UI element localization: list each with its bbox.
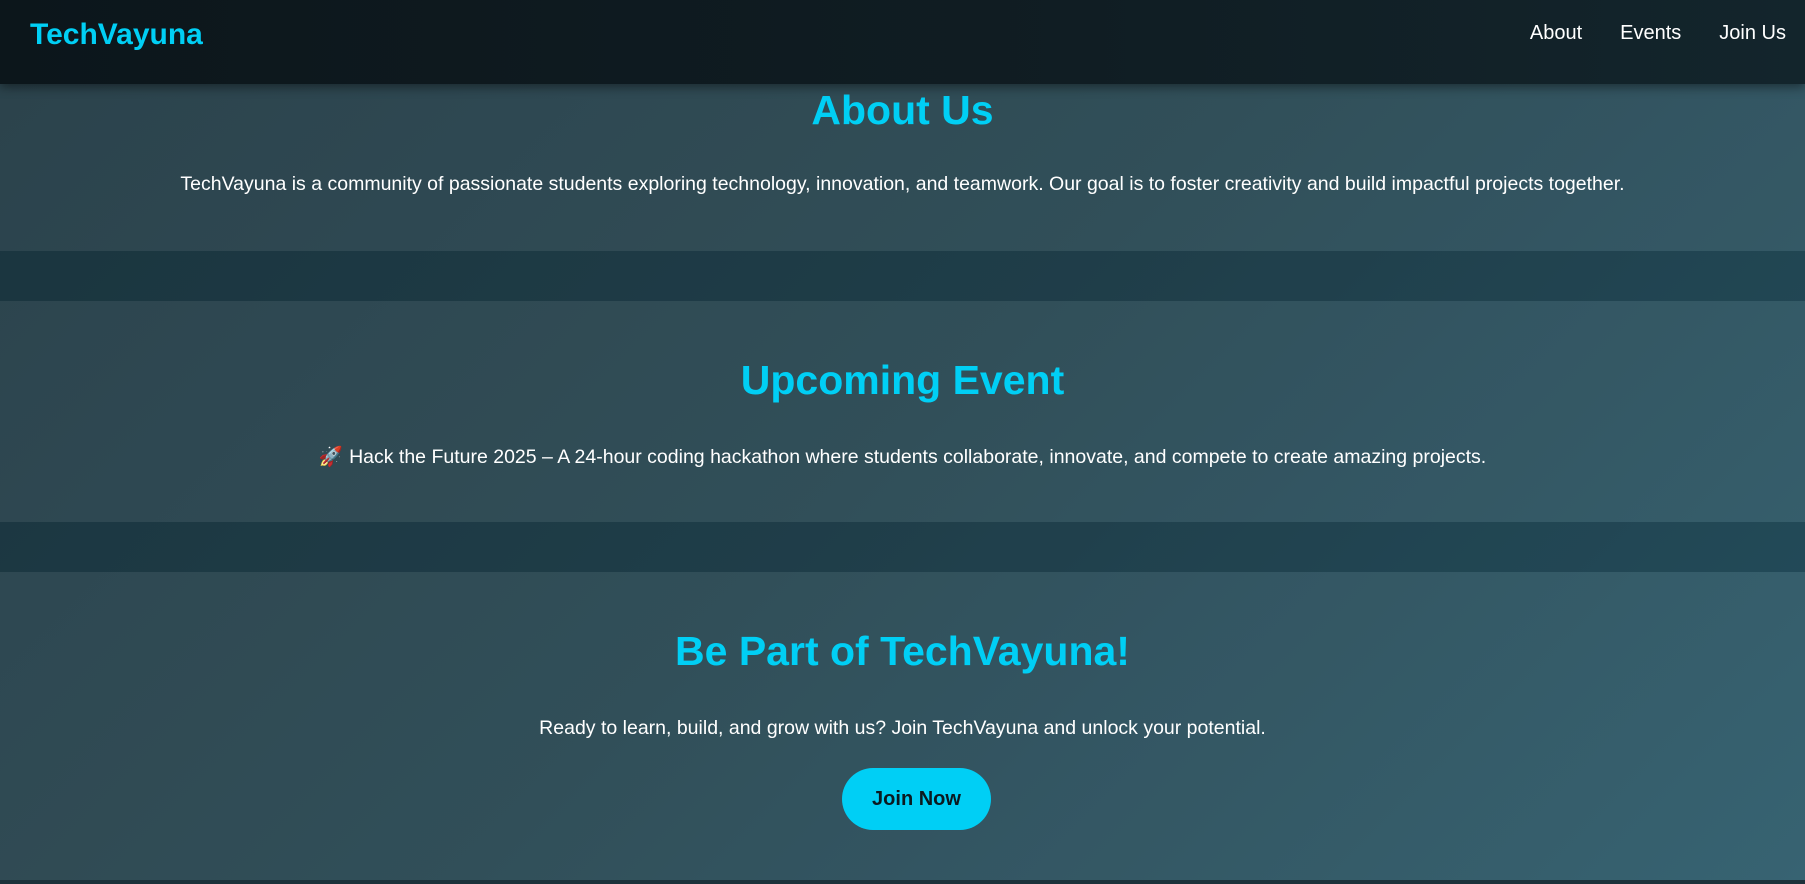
page-bottom-border xyxy=(0,880,1805,884)
nav-links: About Events Join Us xyxy=(1530,22,1786,45)
about-title: About Us xyxy=(811,87,994,133)
nav-link-join-us[interactable]: Join Us xyxy=(1719,22,1786,45)
event-title: Upcoming Event xyxy=(740,357,1065,403)
join-description: Ready to learn, build, and grow with us?… xyxy=(539,717,1266,739)
event-description-text: Hack the Future 2025 – A 24-hour coding … xyxy=(349,446,1487,468)
top-navbar: TechVayuna About Events Join Us xyxy=(0,0,1805,84)
site-logo[interactable]: TechVayuna xyxy=(30,18,203,52)
section-divider xyxy=(0,522,1805,572)
nav-link-about[interactable]: About xyxy=(1530,22,1582,45)
join-title: Be Part of TechVayuna! xyxy=(675,628,1130,674)
section-divider xyxy=(0,251,1805,301)
event-section xyxy=(0,301,1805,522)
event-description: 🚀 Hack the Future 2025 – A 24-hour coding… xyxy=(0,445,1805,469)
join-now-button[interactable]: Join Now xyxy=(842,768,991,830)
nav-link-events[interactable]: Events xyxy=(1620,22,1681,45)
about-description: TechVayuna is a community of passionate … xyxy=(180,173,1625,195)
rocket-icon: 🚀 xyxy=(318,446,344,468)
